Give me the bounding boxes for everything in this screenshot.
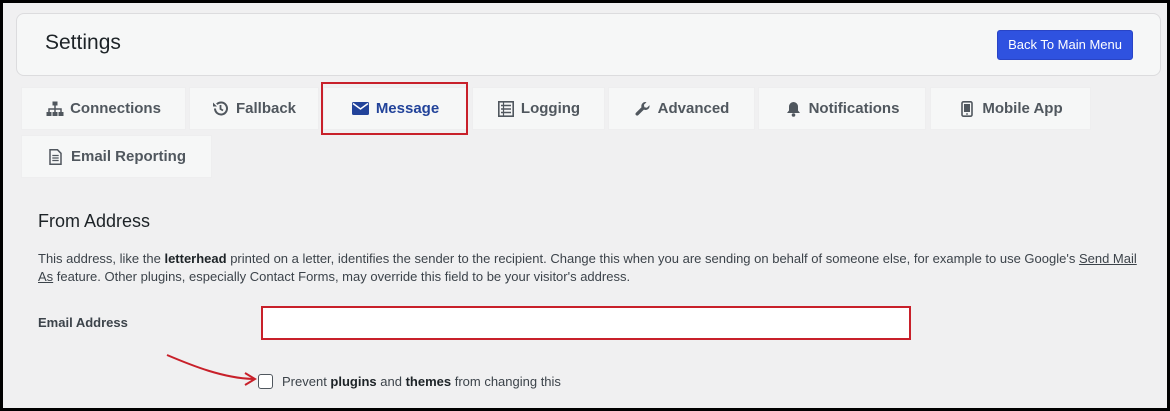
envelope-icon	[352, 100, 370, 118]
section-title: From Address	[38, 211, 151, 231]
tab-message[interactable]: Message	[323, 87, 468, 130]
tab-label: Logging	[520, 100, 581, 117]
tab-label: Message	[375, 100, 440, 117]
tab-email-reporting[interactable]: Email Reporting	[21, 135, 212, 178]
tab-label: Advanced	[657, 100, 730, 117]
settings-window: Settings Back To Main Menu Connections F…	[0, 0, 1170, 411]
tab-fallback[interactable]: Fallback	[189, 87, 319, 130]
tab-label: Connections	[70, 100, 161, 117]
annotation-arrow	[166, 354, 257, 386]
prevent-override-label: Prevent plugins and themes from changing…	[282, 374, 561, 389]
prevent-override-checkbox[interactable]	[258, 374, 273, 389]
email-address-label: Email Address	[38, 315, 128, 330]
sitemap-icon	[46, 100, 64, 118]
document-icon	[47, 148, 65, 166]
tab-label: Mobile App	[982, 100, 1063, 117]
history-icon	[212, 100, 230, 118]
tab-mobile-app[interactable]: Mobile App	[930, 87, 1091, 130]
tab-label: Notifications	[808, 100, 900, 117]
tab-logging[interactable]: Logging	[472, 87, 605, 130]
email-address-input[interactable]	[261, 306, 911, 340]
section-description: This address, like the letterhead printe…	[38, 251, 1137, 284]
mobile-icon	[958, 100, 976, 118]
tab-connections[interactable]: Connections	[21, 87, 186, 130]
list-icon	[497, 100, 515, 118]
tab-advanced[interactable]: Advanced	[608, 87, 755, 130]
back-to-main-menu-button[interactable]: Back To Main Menu	[997, 30, 1133, 60]
bell-icon	[785, 100, 803, 118]
tab-label: Email Reporting	[70, 148, 186, 165]
settings-header: Settings Back To Main Menu	[16, 13, 1161, 76]
wrench-icon	[634, 100, 652, 118]
tab-notifications[interactable]: Notifications	[758, 87, 926, 130]
page-title: Settings	[45, 31, 121, 54]
tab-label: Fallback	[235, 100, 297, 117]
